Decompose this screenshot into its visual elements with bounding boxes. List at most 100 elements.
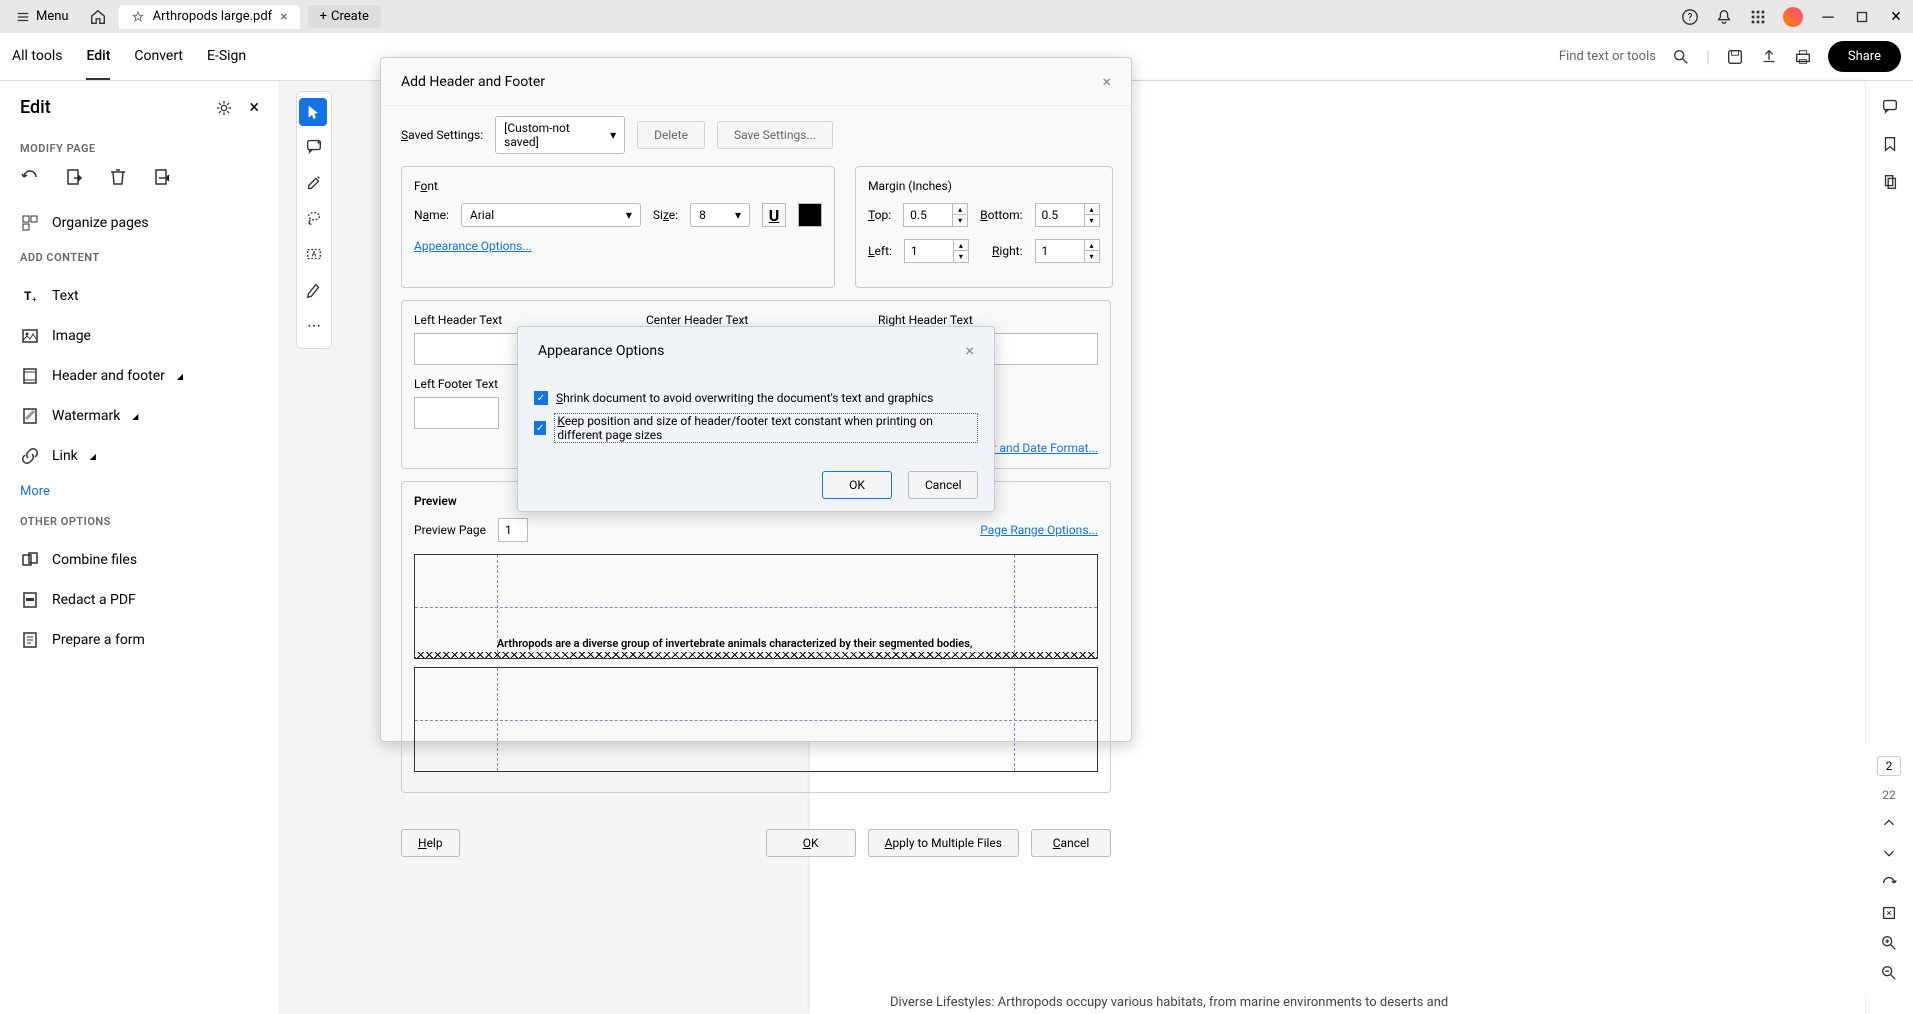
sidebar-item-text[interactable]: T+ Text xyxy=(20,276,259,316)
font-name-dropdown[interactable]: Arial▾ xyxy=(461,203,641,227)
zoom-in-icon[interactable] xyxy=(1880,934,1898,952)
textbox-tool[interactable]: A xyxy=(297,236,331,272)
bottom-label: Bottom: xyxy=(980,208,1022,222)
redact-label: Redact a PDF xyxy=(52,592,136,608)
saved-settings-label: Saved Settings: xyxy=(401,128,483,142)
create-button[interactable]: + Create xyxy=(308,5,381,28)
gear-icon[interactable] xyxy=(215,99,233,117)
sub-cancel-button[interactable]: Cancel xyxy=(908,471,978,499)
page-range-link[interactable]: Page Range Options... xyxy=(980,523,1098,537)
appearance-options-link[interactable]: Appearance Options... xyxy=(414,239,822,253)
color-button[interactable] xyxy=(798,203,822,227)
document-tab[interactable]: Arthropods large.pdf × xyxy=(119,5,300,29)
sidebar-item-organize[interactable]: Organize pages xyxy=(20,203,259,243)
sidebar-item-combine[interactable]: Combine files xyxy=(20,540,259,580)
left-footer-input[interactable] xyxy=(414,397,499,429)
fit-icon[interactable] xyxy=(1880,904,1898,922)
underline-button[interactable]: U xyxy=(762,203,786,227)
delete-icon[interactable] xyxy=(108,167,128,187)
sidebar-item-redact[interactable]: Redact a PDF xyxy=(20,580,259,620)
highlight-tool[interactable] xyxy=(297,164,331,200)
ok-button[interactable]: OK xyxy=(766,829,856,857)
minimize-icon[interactable]: ─ xyxy=(1819,8,1837,26)
tab-all-tools[interactable]: All tools xyxy=(12,34,62,80)
menu-button[interactable]: Menu xyxy=(8,5,77,28)
more-link[interactable]: More xyxy=(20,484,259,499)
refresh-icon[interactable] xyxy=(1880,874,1898,892)
page-up-icon[interactable] xyxy=(1880,814,1898,832)
rotate-icon[interactable] xyxy=(20,167,40,187)
shrink-label: Shrink document to avoid overwriting the… xyxy=(556,391,933,405)
close-tab-icon[interactable]: × xyxy=(280,9,287,25)
help-button[interactable]: Help xyxy=(401,829,460,857)
search-icon[interactable] xyxy=(1672,48,1690,66)
check-row-keep-position[interactable]: ✓ Keep position and size of header/foote… xyxy=(534,409,978,447)
sub-ok-button[interactable]: OK xyxy=(822,471,892,499)
tab-convert[interactable]: Convert xyxy=(134,34,183,80)
apply-multiple-button[interactable]: Apply to Multiple Files xyxy=(868,829,1019,857)
more-tools[interactable]: ⋯ xyxy=(297,308,331,344)
saved-settings-dropdown[interactable]: [Custom-not saved]▾ xyxy=(495,116,625,154)
insert-icon[interactable] xyxy=(152,167,172,187)
sidebar-item-header-footer[interactable]: Header and footer ◢ xyxy=(20,356,259,396)
close-sub-dialog-icon[interactable]: × xyxy=(965,341,974,360)
tab-esign[interactable]: E-Sign xyxy=(207,34,246,80)
margin-row-1: Top: ▴▾ Bottom: ▴▾ xyxy=(868,203,1099,227)
page-down-icon[interactable] xyxy=(1880,844,1898,862)
form-icon xyxy=(20,630,40,650)
keep-position-checkbox[interactable]: ✓ xyxy=(534,421,546,435)
extract-icon[interactable] xyxy=(64,167,84,187)
top-spinner[interactable]: ▴▾ xyxy=(903,203,968,227)
bell-icon[interactable] xyxy=(1715,8,1733,26)
combine-label: Combine files xyxy=(52,552,137,568)
chat-icon[interactable] xyxy=(1881,97,1899,115)
upload-icon[interactable] xyxy=(1760,48,1778,66)
page-number-input[interactable]: 2 xyxy=(1877,756,1902,776)
lasso-tool[interactable] xyxy=(297,200,331,236)
help-icon[interactable]: ? xyxy=(1681,8,1699,26)
sidebar-item-watermark[interactable]: Watermark ◢ xyxy=(20,396,259,436)
center-header-label: Center Header Text xyxy=(646,313,866,327)
sidebar-title: Edit xyxy=(20,97,215,118)
close-dialog-icon[interactable]: × xyxy=(1102,72,1111,91)
save-settings-button[interactable]: Save Settings... xyxy=(717,121,833,149)
comment-tool[interactable]: + xyxy=(297,128,331,164)
apps-icon[interactable] xyxy=(1749,8,1767,26)
left-spinner[interactable]: ▴▾ xyxy=(904,239,969,263)
name-label: Name: xyxy=(414,208,449,222)
right-spinner[interactable]: ▴▾ xyxy=(1035,239,1100,263)
save-icon[interactable] xyxy=(1726,48,1744,66)
saved-settings-row: Saved Settings: [Custom-not saved]▾ Dele… xyxy=(401,116,1111,154)
tab-edit[interactable]: Edit xyxy=(86,34,110,80)
sidebar-item-prepare-form[interactable]: Prepare a form xyxy=(20,620,259,660)
document-text: Diverse Lifestyles: Arthropods occupy va… xyxy=(890,993,1785,1014)
maximize-icon[interactable] xyxy=(1853,8,1871,26)
preview-header-area: Arthropods are a diverse group of invert… xyxy=(414,554,1098,659)
select-tool[interactable] xyxy=(299,98,327,126)
share-button[interactable]: Share xyxy=(1828,41,1901,72)
pages-icon[interactable] xyxy=(1881,173,1899,191)
sidebar-item-image[interactable]: Image xyxy=(20,316,259,356)
size-label: Size: xyxy=(653,208,678,222)
bottom-spinner[interactable]: ▴▾ xyxy=(1035,203,1100,227)
home-icon[interactable] xyxy=(89,8,107,26)
sidebar-item-link[interactable]: Link ◢ xyxy=(20,436,259,476)
cancel-button[interactable]: Cancel xyxy=(1031,829,1111,857)
avatar[interactable] xyxy=(1783,7,1803,27)
close-window-icon[interactable]: × xyxy=(1887,8,1905,26)
delete-button[interactable]: Delete xyxy=(637,121,705,149)
preview-page-label: Preview Page xyxy=(414,523,486,537)
draw-tool[interactable] xyxy=(297,272,331,308)
sidebar-header: Edit × xyxy=(20,97,259,118)
zoom-out-icon[interactable] xyxy=(1880,964,1898,982)
preview-page-spinner[interactable] xyxy=(498,518,528,542)
text-label: Text xyxy=(52,288,79,304)
close-sidebar-icon[interactable]: × xyxy=(249,97,259,118)
check-row-shrink[interactable]: ✓ Shrink document to avoid overwriting t… xyxy=(534,387,978,409)
shrink-checkbox[interactable]: ✓ xyxy=(534,391,548,405)
bookmark-icon[interactable] xyxy=(1881,135,1899,153)
redact-icon xyxy=(20,590,40,610)
print-icon[interactable] xyxy=(1794,48,1812,66)
menu-label: Menu xyxy=(36,9,69,24)
font-size-dropdown[interactable]: 8▾ xyxy=(690,203,750,227)
